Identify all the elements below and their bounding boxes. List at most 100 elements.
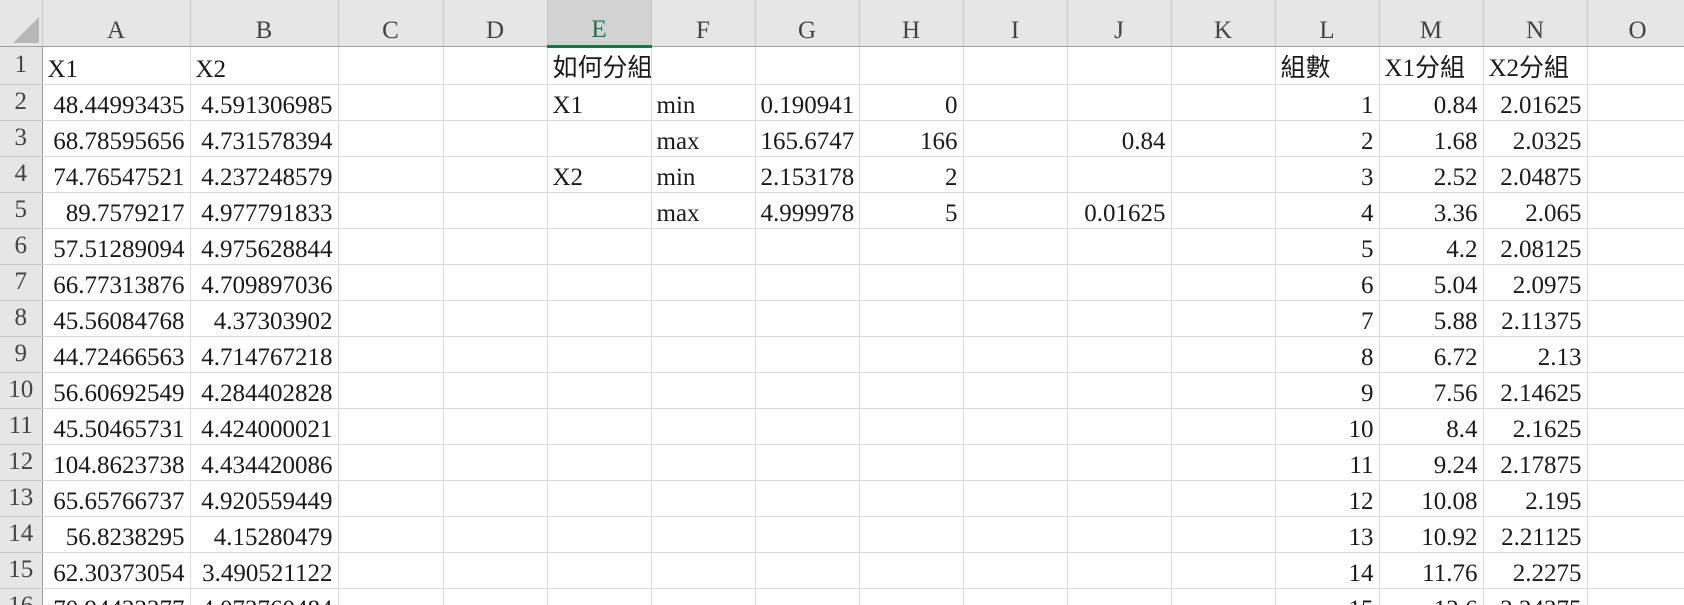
cell-f11[interactable] (651, 408, 756, 445)
cell-d7[interactable] (443, 264, 548, 301)
cell-l10[interactable]: 9 (1275, 372, 1380, 409)
cell-k1[interactable] (1171, 46, 1276, 85)
cell-i13[interactable] (963, 480, 1068, 517)
cell-l1[interactable]: 組數 (1275, 46, 1380, 85)
cell-e1[interactable]: 如何分組 (547, 46, 652, 85)
cell-g16[interactable] (755, 588, 860, 605)
row-header[interactable]: 6 (0, 228, 43, 265)
cell-a7[interactable]: 66.77313876 (42, 264, 191, 301)
cell-i14[interactable] (963, 516, 1068, 553)
cell-g9[interactable] (755, 336, 860, 373)
cell-c16[interactable] (338, 588, 444, 605)
column-header-l[interactable]: L (1275, 0, 1380, 47)
cell-d16[interactable] (443, 588, 548, 605)
column-header-c[interactable]: C (338, 0, 444, 47)
cell-l2[interactable]: 1 (1275, 84, 1380, 121)
cell-j16[interactable] (1067, 588, 1172, 605)
cell-k6[interactable] (1171, 228, 1276, 265)
row-header[interactable]: 11 (0, 408, 43, 445)
cell-k2[interactable] (1171, 84, 1276, 121)
cell-o14[interactable] (1587, 516, 1684, 553)
row-header[interactable]: 9 (0, 336, 43, 373)
cell-l4[interactable]: 3 (1275, 156, 1380, 193)
cell-c5[interactable] (338, 192, 444, 229)
cell-k15[interactable] (1171, 552, 1276, 589)
cell-a8[interactable]: 45.56084768 (42, 300, 191, 337)
cell-f7[interactable] (651, 264, 756, 301)
cell-o9[interactable] (1587, 336, 1684, 373)
row-header[interactable]: 8 (0, 300, 43, 337)
cell-b9[interactable]: 4.714767218 (190, 336, 339, 373)
cell-m8[interactable]: 5.88 (1379, 300, 1484, 337)
cell-k8[interactable] (1171, 300, 1276, 337)
cell-l9[interactable]: 8 (1275, 336, 1380, 373)
cell-k5[interactable] (1171, 192, 1276, 229)
cell-j1[interactable] (1067, 46, 1172, 85)
cell-l8[interactable]: 7 (1275, 300, 1380, 337)
cell-f9[interactable] (651, 336, 756, 373)
cell-g13[interactable] (755, 480, 860, 517)
cell-a5[interactable]: 89.7579217 (42, 192, 191, 229)
cell-o2[interactable] (1587, 84, 1684, 121)
cell-m3[interactable]: 1.68 (1379, 120, 1484, 157)
cell-a11[interactable]: 45.50465731 (42, 408, 191, 445)
cell-l6[interactable]: 5 (1275, 228, 1380, 265)
cell-e7[interactable] (547, 264, 652, 301)
cell-d6[interactable] (443, 228, 548, 265)
cell-g4[interactable]: 2.153178 (755, 156, 860, 193)
cell-o7[interactable] (1587, 264, 1684, 301)
cell-b16[interactable]: 4.073760484 (190, 588, 339, 605)
cell-d4[interactable] (443, 156, 548, 193)
cell-e8[interactable] (547, 300, 652, 337)
cell-b12[interactable]: 4.434420086 (190, 444, 339, 481)
cell-o15[interactable] (1587, 552, 1684, 589)
cell-i1[interactable] (963, 46, 1068, 85)
cell-j10[interactable] (1067, 372, 1172, 409)
cell-e9[interactable] (547, 336, 652, 373)
cell-d15[interactable] (443, 552, 548, 589)
select-all-corner[interactable] (0, 0, 43, 47)
cell-o11[interactable] (1587, 408, 1684, 445)
cell-d10[interactable] (443, 372, 548, 409)
cell-b1[interactable]: X2 (190, 46, 339, 85)
cell-i9[interactable] (963, 336, 1068, 373)
cell-a14[interactable]: 56.8238295 (42, 516, 191, 553)
cell-i11[interactable] (963, 408, 1068, 445)
cell-h12[interactable] (859, 444, 964, 481)
cell-l14[interactable]: 13 (1275, 516, 1380, 553)
cell-f8[interactable] (651, 300, 756, 337)
row-header[interactable]: 12 (0, 444, 43, 481)
row-header[interactable]: 5 (0, 192, 43, 229)
cell-m9[interactable]: 6.72 (1379, 336, 1484, 373)
column-header-e[interactable]: E (547, 0, 652, 48)
cell-e16[interactable] (547, 588, 652, 605)
cell-d14[interactable] (443, 516, 548, 553)
cell-m2[interactable]: 0.84 (1379, 84, 1484, 121)
cell-o13[interactable] (1587, 480, 1684, 517)
cell-b11[interactable]: 4.424000021 (190, 408, 339, 445)
cell-i12[interactable] (963, 444, 1068, 481)
cell-k4[interactable] (1171, 156, 1276, 193)
column-header-b[interactable]: B (190, 0, 339, 47)
cell-k14[interactable] (1171, 516, 1276, 553)
cell-d2[interactable] (443, 84, 548, 121)
cell-a4[interactable]: 74.76547521 (42, 156, 191, 193)
cell-m12[interactable]: 9.24 (1379, 444, 1484, 481)
cell-f13[interactable] (651, 480, 756, 517)
cell-n12[interactable]: 2.17875 (1483, 444, 1588, 481)
cell-a16[interactable]: 70.94423377 (42, 588, 191, 605)
cell-h9[interactable] (859, 336, 964, 373)
column-header-d[interactable]: D (443, 0, 548, 47)
cell-g3[interactable]: 165.6747 (755, 120, 860, 157)
column-header-k[interactable]: K (1171, 0, 1276, 47)
cell-b10[interactable]: 4.284402828 (190, 372, 339, 409)
cell-n2[interactable]: 2.01625 (1483, 84, 1588, 121)
cell-n16[interactable]: 2.24375 (1483, 588, 1588, 605)
cell-f14[interactable] (651, 516, 756, 553)
cell-c8[interactable] (338, 300, 444, 337)
cell-o16[interactable] (1587, 588, 1684, 605)
cell-m10[interactable]: 7.56 (1379, 372, 1484, 409)
cell-c15[interactable] (338, 552, 444, 589)
cell-i5[interactable] (963, 192, 1068, 229)
cell-j7[interactable] (1067, 264, 1172, 301)
